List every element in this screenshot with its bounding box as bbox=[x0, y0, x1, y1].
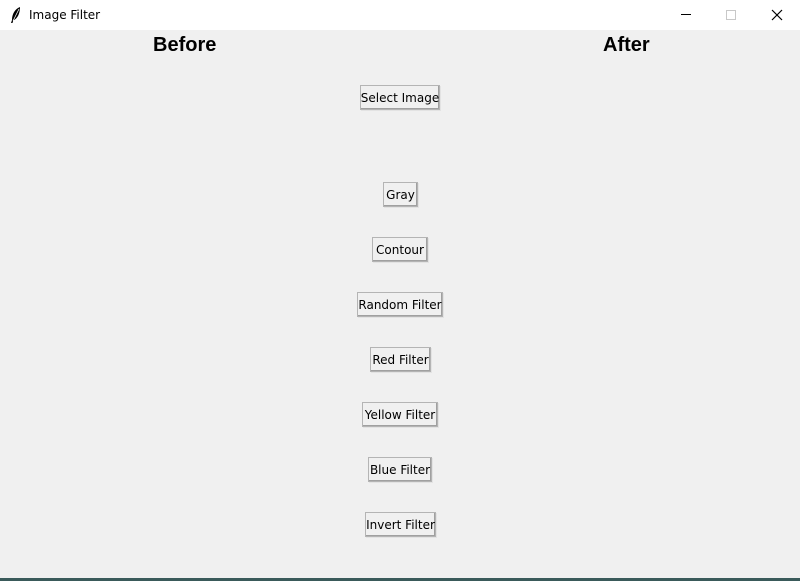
red-filter-button[interactable]: Red Filter bbox=[370, 347, 431, 372]
gray-button[interactable]: Gray bbox=[383, 182, 418, 207]
window-title: Image Filter bbox=[29, 8, 101, 22]
feather-icon bbox=[9, 6, 23, 24]
before-heading: Before bbox=[153, 34, 217, 56]
minimize-button[interactable] bbox=[663, 0, 709, 30]
maximize-icon bbox=[726, 10, 736, 20]
invert-filter-button[interactable]: Invert Filter bbox=[365, 512, 436, 537]
minimize-icon bbox=[681, 14, 691, 15]
contour-button[interactable]: Contour bbox=[372, 237, 428, 262]
after-heading: After bbox=[603, 34, 650, 56]
title-bar[interactable]: Image Filter bbox=[0, 0, 800, 30]
select-image-button[interactable]: Select Image bbox=[360, 85, 440, 110]
close-button[interactable] bbox=[754, 0, 800, 30]
yellow-filter-button[interactable]: Yellow Filter bbox=[362, 402, 438, 427]
random-filter-button[interactable]: Random Filter bbox=[357, 292, 443, 317]
close-icon bbox=[771, 9, 783, 21]
app-window: Image Filter Before After Select Image G… bbox=[0, 0, 800, 581]
blue-filter-button[interactable]: Blue Filter bbox=[368, 457, 432, 482]
maximize-button[interactable] bbox=[708, 0, 754, 30]
